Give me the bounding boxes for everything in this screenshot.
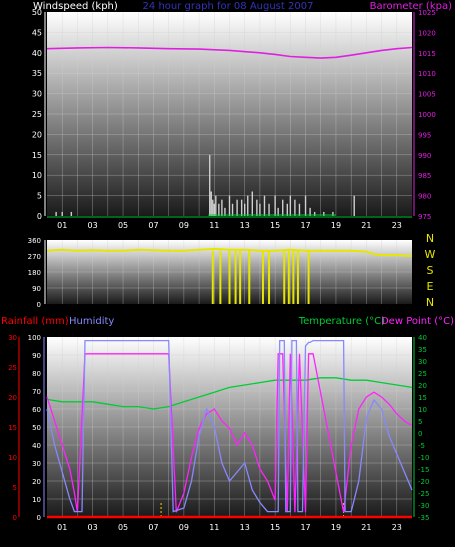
rainfall-tick-label: 0 [13,514,17,522]
barometer-tick-label: 1010 [418,70,436,78]
rainfall-tick-label: 5 [13,484,17,492]
rainfall-tick-label: 20 [8,394,17,402]
rain-humidity-temp-x-tick-label: 09 [179,523,189,532]
dew-point-axis-title: Dew Point (°C) [381,316,454,327]
rain-humidity-temp-x-tick-label: 15 [270,523,280,532]
compass-label: N [426,232,434,245]
wind-direction-tick-label: 180 [28,269,41,277]
windspeed-tick-label: 40 [32,49,42,58]
temperature-tick-label: 0 [418,430,422,438]
windspeed-tick-label: 15 [32,151,42,160]
wind-baro-x-tick-label: 03 [88,221,98,230]
windspeed-axis-title: Windspeed (kph) [33,1,118,12]
rainfall-tick-label: 30 [8,334,17,342]
compass-label: S [427,264,434,277]
rainfall-axis-title: Rainfall (mm) [1,316,69,327]
rain-humidity-temp-x-tick-label: 01 [57,523,67,532]
temperature-tick-label: 10 [418,406,427,414]
humidity-tick-label: 60 [32,406,41,414]
barometer-tick-label: 980 [418,193,431,201]
barometer-tick-label: 975 [418,213,431,221]
wind-direction-tick-label: 360 [28,237,41,245]
weather-graph-canvas: Windspeed (kph) 24 hour graph for 08 Aug… [1,1,454,532]
humidity-tick-label: 50 [32,424,41,432]
temperature-tick-label: -15 [418,466,429,474]
barometer-tick-label: 1020 [418,29,436,37]
rain-humidity-temp-x-tick-label: 07 [148,523,158,532]
wind-baro-x-tick-label: 01 [57,221,67,230]
barometer-axis-title: Barometer (kpa) [370,1,452,12]
temperature-tick-label: -25 [418,490,429,498]
barometer-tick-label: 1015 [418,50,436,58]
humidity-tick-label: 30 [32,460,41,468]
windspeed-tick-label: 5 [37,192,42,201]
temperature-tick-label: -5 [418,442,425,450]
humidity-tick-label: 40 [32,442,41,450]
rain-humidity-temp-x-tick-label: 13 [240,523,250,532]
rainfall-tick-label: 10 [8,454,17,462]
rain-humidity-temp-x-tick-label: 21 [361,523,371,532]
windspeed-tick-label: 35 [32,69,42,78]
temperature-tick-label: 15 [418,394,427,402]
temperature-tick-label: 20 [418,382,427,390]
barometer-tick-label: 995 [418,131,431,139]
wind-baro-x-tick-label: 07 [148,221,158,230]
compass-label: E [427,280,434,293]
chart-subtitle: 24 hour graph for 08 August 2007 [143,1,314,12]
temperature-tick-label: -20 [418,478,429,486]
humidity-tick-label: 80 [32,370,41,378]
humidity-tick-label: 70 [32,388,41,396]
rainfall-tick-label: 15 [8,424,17,432]
windspeed-tick-label: 45 [32,28,42,37]
windspeed-tick-label: 20 [32,130,42,139]
wind-baro-x-tick-label: 09 [179,221,189,230]
rain-humidity-temp-x-tick-label: 19 [331,523,341,532]
compass-label: N [426,296,434,309]
wind-baro-x-tick-label: 11 [209,221,219,230]
rain-humidity-temp-x-tick-label: 05 [118,523,128,532]
temperature-tick-label: 30 [418,358,427,366]
barometer-tick-label: 985 [418,172,431,180]
barometer-tick-label: 1025 [418,9,436,17]
wind-direction-tick-label: 0 [37,301,41,309]
barometer-tick-label: 1005 [418,91,436,99]
wind-baro-x-tick-label: 23 [392,221,402,230]
wind-baro-x-tick-label: 19 [331,221,341,230]
windspeed-tick-label: 25 [32,110,42,119]
windspeed-tick-label: 10 [32,171,42,180]
wind-direction-tick-label: 270 [28,253,41,261]
temperature-tick-label: -35 [418,514,429,522]
rain-humidity-temp-x-tick-label: 03 [88,523,98,532]
humidity-tick-label: 10 [32,496,41,504]
temperature-tick-label: -10 [418,454,429,462]
humidity-tick-label: 20 [32,478,41,486]
windspeed-tick-label: 50 [32,8,42,17]
humidity-tick-label: 100 [28,334,41,342]
barometer-tick-label: 990 [418,152,431,160]
temperature-tick-label: 40 [418,334,427,342]
temperature-axis-title: Temperature (°C) [298,316,385,327]
windspeed-tick-label: 30 [32,90,42,99]
humidity-axis-title: Humidity [69,316,114,327]
weather-graph: Windspeed (kph) 24 hour graph for 08 Aug… [0,0,455,543]
barometer-tick-label: 1000 [418,111,436,119]
compass-label: W [425,248,436,261]
wind-baro-x-tick-label: 13 [240,221,250,230]
wind-baro-x-tick-label: 15 [270,221,280,230]
temperature-tick-label: 5 [418,418,422,426]
temperature-tick-label: 35 [418,346,427,354]
wind-baro-x-tick-label: 05 [118,221,128,230]
rain-humidity-temp-x-tick-label: 17 [300,523,310,532]
rainfall-tick-label: 25 [8,364,17,372]
rain-humidity-temp-x-tick-label: 23 [392,523,402,532]
windspeed-tick-label: 0 [37,212,42,221]
wind-direction-tick-label: 90 [32,285,41,293]
humidity-tick-label: 90 [32,352,41,360]
rain-humidity-temp-x-tick-label: 11 [209,523,219,532]
wind-baro-x-tick-label: 21 [361,221,371,230]
humidity-tick-label: 0 [37,514,41,522]
wind-baro-x-tick-label: 17 [300,221,310,230]
temperature-tick-label: 25 [418,370,427,378]
temperature-tick-label: -30 [418,502,429,510]
